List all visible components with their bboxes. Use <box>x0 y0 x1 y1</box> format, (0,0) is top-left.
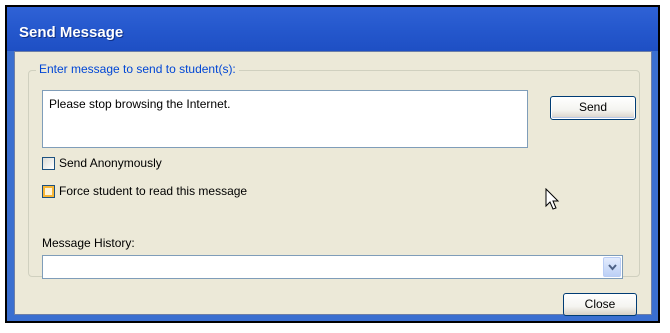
message-textarea[interactable]: Please stop browsing the Internet. <box>42 90 528 148</box>
dropdown-button[interactable] <box>603 257 621 277</box>
send-anonymously-option[interactable]: Send Anonymously <box>42 156 162 170</box>
force-read-option[interactable]: Force student to read this message <box>42 184 247 198</box>
send-button[interactable]: Send <box>550 96 636 120</box>
send-message-dialog: Send Message Enter message to send to st… <box>5 5 660 323</box>
message-group: Enter message to send to student(s): Ple… <box>28 62 640 279</box>
message-history-dropdown[interactable] <box>42 255 623 279</box>
close-button[interactable]: Close <box>563 293 637 316</box>
dialog-body: Enter message to send to student(s): Ple… <box>14 51 652 316</box>
send-anonymously-checkbox[interactable] <box>42 156 55 170</box>
mouse-pointer-icon <box>545 188 560 210</box>
message-history-label: Message History: <box>42 236 135 250</box>
window-title: Send Message <box>19 24 124 41</box>
send-anonymously-label: Send Anonymously <box>59 156 162 170</box>
force-read-label: Force student to read this message <box>59 184 248 198</box>
message-group-legend: Enter message to send to student(s): <box>36 62 239 76</box>
title-bar[interactable]: Send Message <box>7 7 658 51</box>
force-read-checkbox[interactable] <box>42 184 55 198</box>
chevron-down-icon <box>608 264 617 271</box>
